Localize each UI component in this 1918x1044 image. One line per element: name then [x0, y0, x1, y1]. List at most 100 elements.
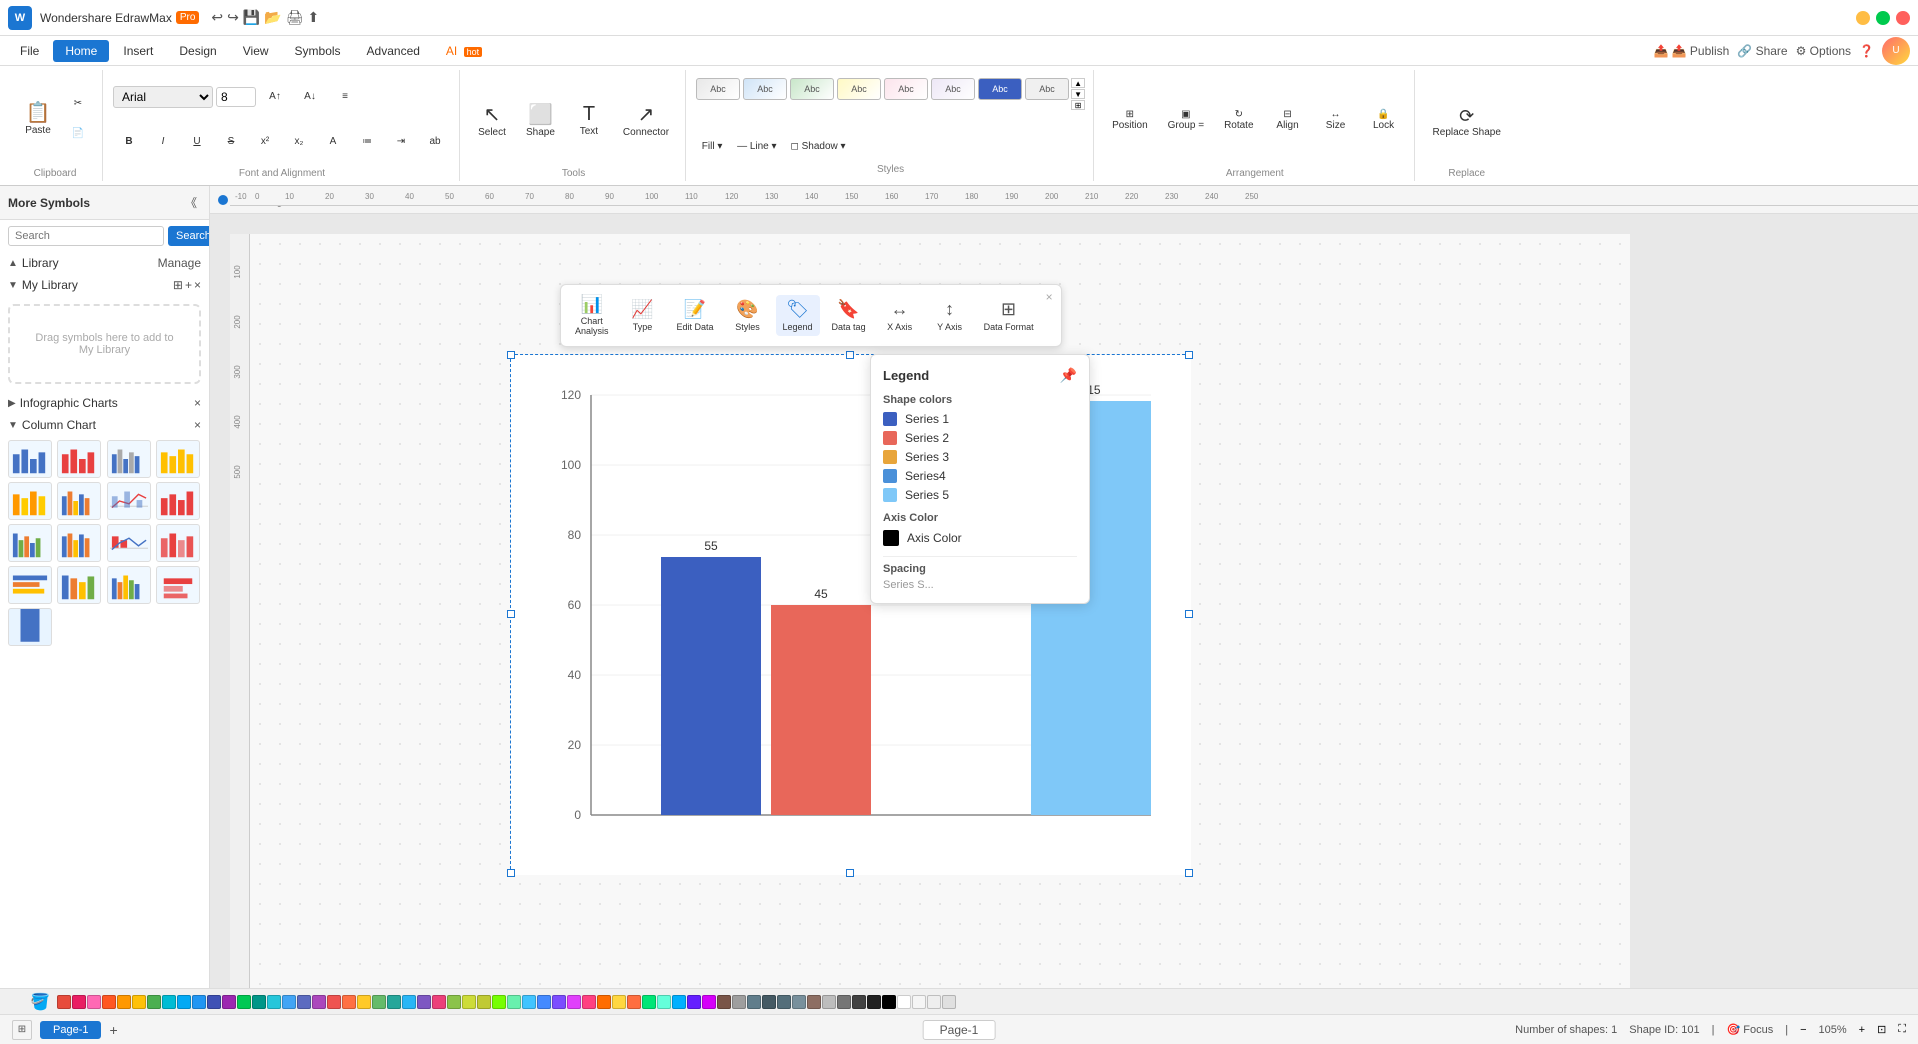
color-swatch-brown[interactable] [717, 995, 731, 1009]
handle-br[interactable] [1185, 869, 1193, 877]
shape-btn[interactable]: ⬜ Shape [518, 92, 563, 148]
chart-toolbar-close-btn[interactable]: × [1046, 290, 1053, 304]
zoom-in-btn[interactable]: + [1859, 1024, 1865, 1036]
color-swatch-grey[interactable] [732, 995, 746, 1009]
style-scroll-up[interactable]: ▲ [1071, 78, 1085, 88]
color-swatch-teal[interactable] [252, 995, 266, 1009]
color-swatch-offwhite[interactable] [912, 995, 926, 1009]
color-swatch-orange2[interactable] [342, 995, 356, 1009]
color-swatch-orange4[interactable] [627, 995, 641, 1009]
group-btn[interactable]: ▣ Group = [1160, 92, 1212, 148]
menu-view[interactable]: View [231, 40, 281, 62]
infographic-charts-header[interactable]: ▶ Infographic Charts × [0, 392, 209, 414]
style-shape-5[interactable]: Abc [884, 78, 928, 100]
handle-bm[interactable] [846, 869, 854, 877]
cut-btn[interactable]: ✂ [62, 89, 94, 117]
color-swatch-verydarkgrey[interactable] [867, 995, 881, 1009]
search-btn[interactable]: Search [168, 226, 210, 246]
chart-thumb-1[interactable] [8, 440, 52, 478]
color-swatch-indigo[interactable] [207, 995, 221, 1009]
color-swatch-yellow2[interactable] [612, 995, 626, 1009]
search-input[interactable] [8, 226, 164, 246]
font-size-input[interactable] [216, 87, 256, 107]
color-swatch-lightblue[interactable] [177, 995, 191, 1009]
color-swatch-orange3[interactable] [597, 995, 611, 1009]
color-swatch-green2[interactable] [372, 995, 386, 1009]
focus-btn[interactable]: 🎯 Focus [1726, 1023, 1773, 1036]
color-swatch-purple3[interactable] [567, 995, 581, 1009]
library-section-header[interactable]: ▲ Library Manage [0, 252, 209, 274]
chart-data-format-btn[interactable]: ⊞ Data Format [978, 295, 1040, 336]
fullscreen-btn[interactable]: ⛶ [1898, 1023, 1906, 1036]
color-swatch-brown2[interactable] [807, 995, 821, 1009]
chart-thumb-12[interactable] [156, 524, 200, 562]
handle-tm[interactable] [846, 351, 854, 359]
position-btn[interactable]: ⊞ Position [1104, 92, 1156, 148]
menu-symbols[interactable]: Symbols [283, 40, 353, 62]
italic-btn[interactable]: I [147, 128, 179, 156]
color-swatch-lightcyan[interactable] [267, 995, 281, 1009]
copy-btn[interactable]: 📄 [62, 119, 94, 147]
color-swatch-blue6[interactable] [672, 995, 686, 1009]
text-btn[interactable]: T Text [567, 92, 611, 148]
open-btn[interactable]: 📂 [264, 9, 281, 26]
chart-thumb-9[interactable] [8, 524, 52, 562]
color-swatch-amber[interactable] [132, 995, 146, 1009]
line-btn[interactable]: — Line ▾ [732, 132, 781, 160]
my-library-new-tab-btn[interactable]: ⊞ [173, 278, 183, 292]
menu-advanced[interactable]: Advanced [355, 40, 432, 62]
menu-ai[interactable]: AI hot [434, 40, 494, 62]
list-btn[interactable]: ≔ [351, 128, 383, 156]
options-btn[interactable]: ⚙ Options [1796, 44, 1851, 58]
color-swatch-pink2[interactable] [432, 995, 446, 1009]
color-swatch-pink[interactable] [72, 995, 86, 1009]
handle-mr[interactable] [1185, 610, 1193, 618]
grid-view-btn[interactable]: ⊞ [12, 1020, 32, 1040]
chart-edit-data-btn[interactable]: 📝 Edit Data [671, 295, 720, 336]
minimize-btn[interactable] [1856, 11, 1870, 25]
style-shape-8[interactable]: Abc [1025, 78, 1069, 100]
underline-btn[interactable]: U [181, 128, 213, 156]
color-swatch-red2[interactable] [327, 995, 341, 1009]
chart-thumb-16[interactable] [156, 566, 200, 604]
color-swatch-darkbluegrey2[interactable] [777, 995, 791, 1009]
strikethrough-btn[interactable]: S [215, 128, 247, 156]
handle-bl[interactable] [507, 869, 515, 877]
color-swatch-violet2[interactable] [552, 995, 566, 1009]
chart-thumb-5[interactable] [8, 482, 52, 520]
bold-btn[interactable]: B [113, 128, 145, 156]
color-swatch-lime2[interactable] [477, 995, 491, 1009]
user-avatar[interactable]: U [1882, 37, 1910, 65]
style-shape-7[interactable]: Abc [978, 78, 1022, 100]
text-color-btn[interactable]: A [317, 128, 349, 156]
maximize-btn[interactable] [1876, 11, 1890, 25]
color-swatch-teal3[interactable] [657, 995, 671, 1009]
my-library-close-btn[interactable]: × [194, 278, 201, 292]
share-btn2[interactable]: ⬆ [308, 9, 320, 26]
align-btn[interactable]: ≡ [329, 83, 361, 111]
help-btn[interactable]: ❓ [1859, 44, 1874, 58]
rotate-btn[interactable]: ↻ Rotate [1216, 92, 1261, 148]
handle-tl[interactable] [507, 351, 515, 359]
menu-file[interactable]: File [8, 40, 51, 62]
handle-tr[interactable] [1185, 351, 1193, 359]
color-swatch-green4[interactable] [642, 995, 656, 1009]
decrease-font-btn[interactable]: A↓ [294, 83, 326, 111]
chart-y-axis-btn[interactable]: ↕ Y Axis [928, 295, 972, 336]
style-expand[interactable]: ⊞ [1071, 100, 1085, 110]
chart-thumb-15[interactable] [107, 566, 151, 604]
color-swatch-deeporange[interactable] [102, 995, 116, 1009]
chart-thumb-8[interactable] [156, 482, 200, 520]
chart-thumb-10[interactable] [57, 524, 101, 562]
color-swatch-lightgreen[interactable] [237, 995, 251, 1009]
fill-btn[interactable]: Fill ▾ [696, 132, 728, 160]
close-btn[interactable] [1896, 11, 1910, 25]
manage-btn[interactable]: Manage [158, 256, 201, 270]
connector-btn[interactable]: ↗ Connector [615, 92, 677, 148]
share-btn[interactable]: 🔗 Share [1737, 44, 1787, 58]
color-swatch-black[interactable] [882, 995, 896, 1009]
color-swatch-bluegrey2[interactable] [792, 995, 806, 1009]
color-swatch-blue4[interactable] [522, 995, 536, 1009]
chart-x-axis-btn[interactable]: ↔ X Axis [878, 295, 922, 336]
select-btn[interactable]: ↖ Select [470, 92, 514, 148]
